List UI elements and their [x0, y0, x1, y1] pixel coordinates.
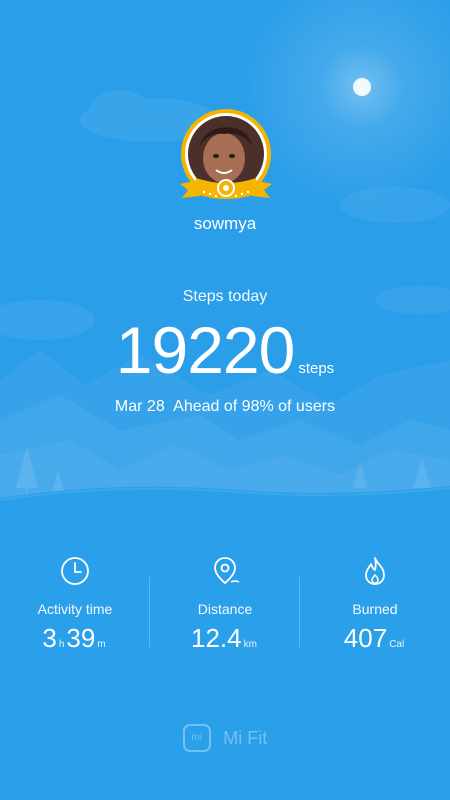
clock-icon: [61, 557, 89, 585]
username: sowmya: [193, 214, 257, 233]
steps-unit: steps: [298, 360, 335, 377]
sun: [353, 78, 371, 96]
summary-date: Mar 28: [114, 398, 165, 415]
avatar[interactable]: [176, 106, 276, 206]
burned-value: 407: [343, 623, 388, 653]
stat-activity-time[interactable]: Activity time 3 h39 m: [0, 555, 150, 665]
stat-value: 407 Cal: [300, 623, 450, 654]
activity-minutes: 39: [66, 623, 96, 653]
activity-hours-unit: h: [58, 639, 65, 650]
distance-unit: km: [243, 639, 257, 650]
stat-value: 12.4 km: [150, 623, 300, 654]
stat-distance[interactable]: Distance 12.4 km: [150, 555, 300, 665]
flame-icon: [365, 557, 385, 585]
distance-value: 12.4: [191, 623, 242, 653]
mi-logo-icon: mi: [182, 724, 211, 752]
location-pin-icon: [214, 557, 240, 585]
avatar-frame: [180, 109, 272, 199]
summary-text: Ahead of 98% of users: [173, 398, 336, 415]
activity-hours: 3: [42, 623, 57, 653]
stat-burned[interactable]: Burned 407 Cal: [300, 555, 450, 665]
steps-summary: Mar 28 Ahead of 98% of users: [0, 398, 450, 416]
stat-value: 3 h39 m: [0, 623, 150, 654]
stat-label: Burned: [352, 601, 398, 617]
steps-label: Steps today: [182, 288, 268, 305]
burned-unit: Cal: [389, 639, 405, 650]
stat-label: Activity time: [37, 601, 113, 617]
steps-value: 19220: [115, 313, 296, 387]
brand-name: Mi Fit: [223, 727, 268, 748]
app-branding: mi Mi Fit: [0, 724, 450, 754]
activity-minutes-unit: m: [97, 639, 106, 650]
steps-display[interactable]: 19220 steps: [0, 312, 450, 388]
stats-panel: Activity time 3 h39 m Distance 12.4 km Burn…: [0, 555, 450, 665]
stat-label: Distance: [197, 601, 253, 617]
